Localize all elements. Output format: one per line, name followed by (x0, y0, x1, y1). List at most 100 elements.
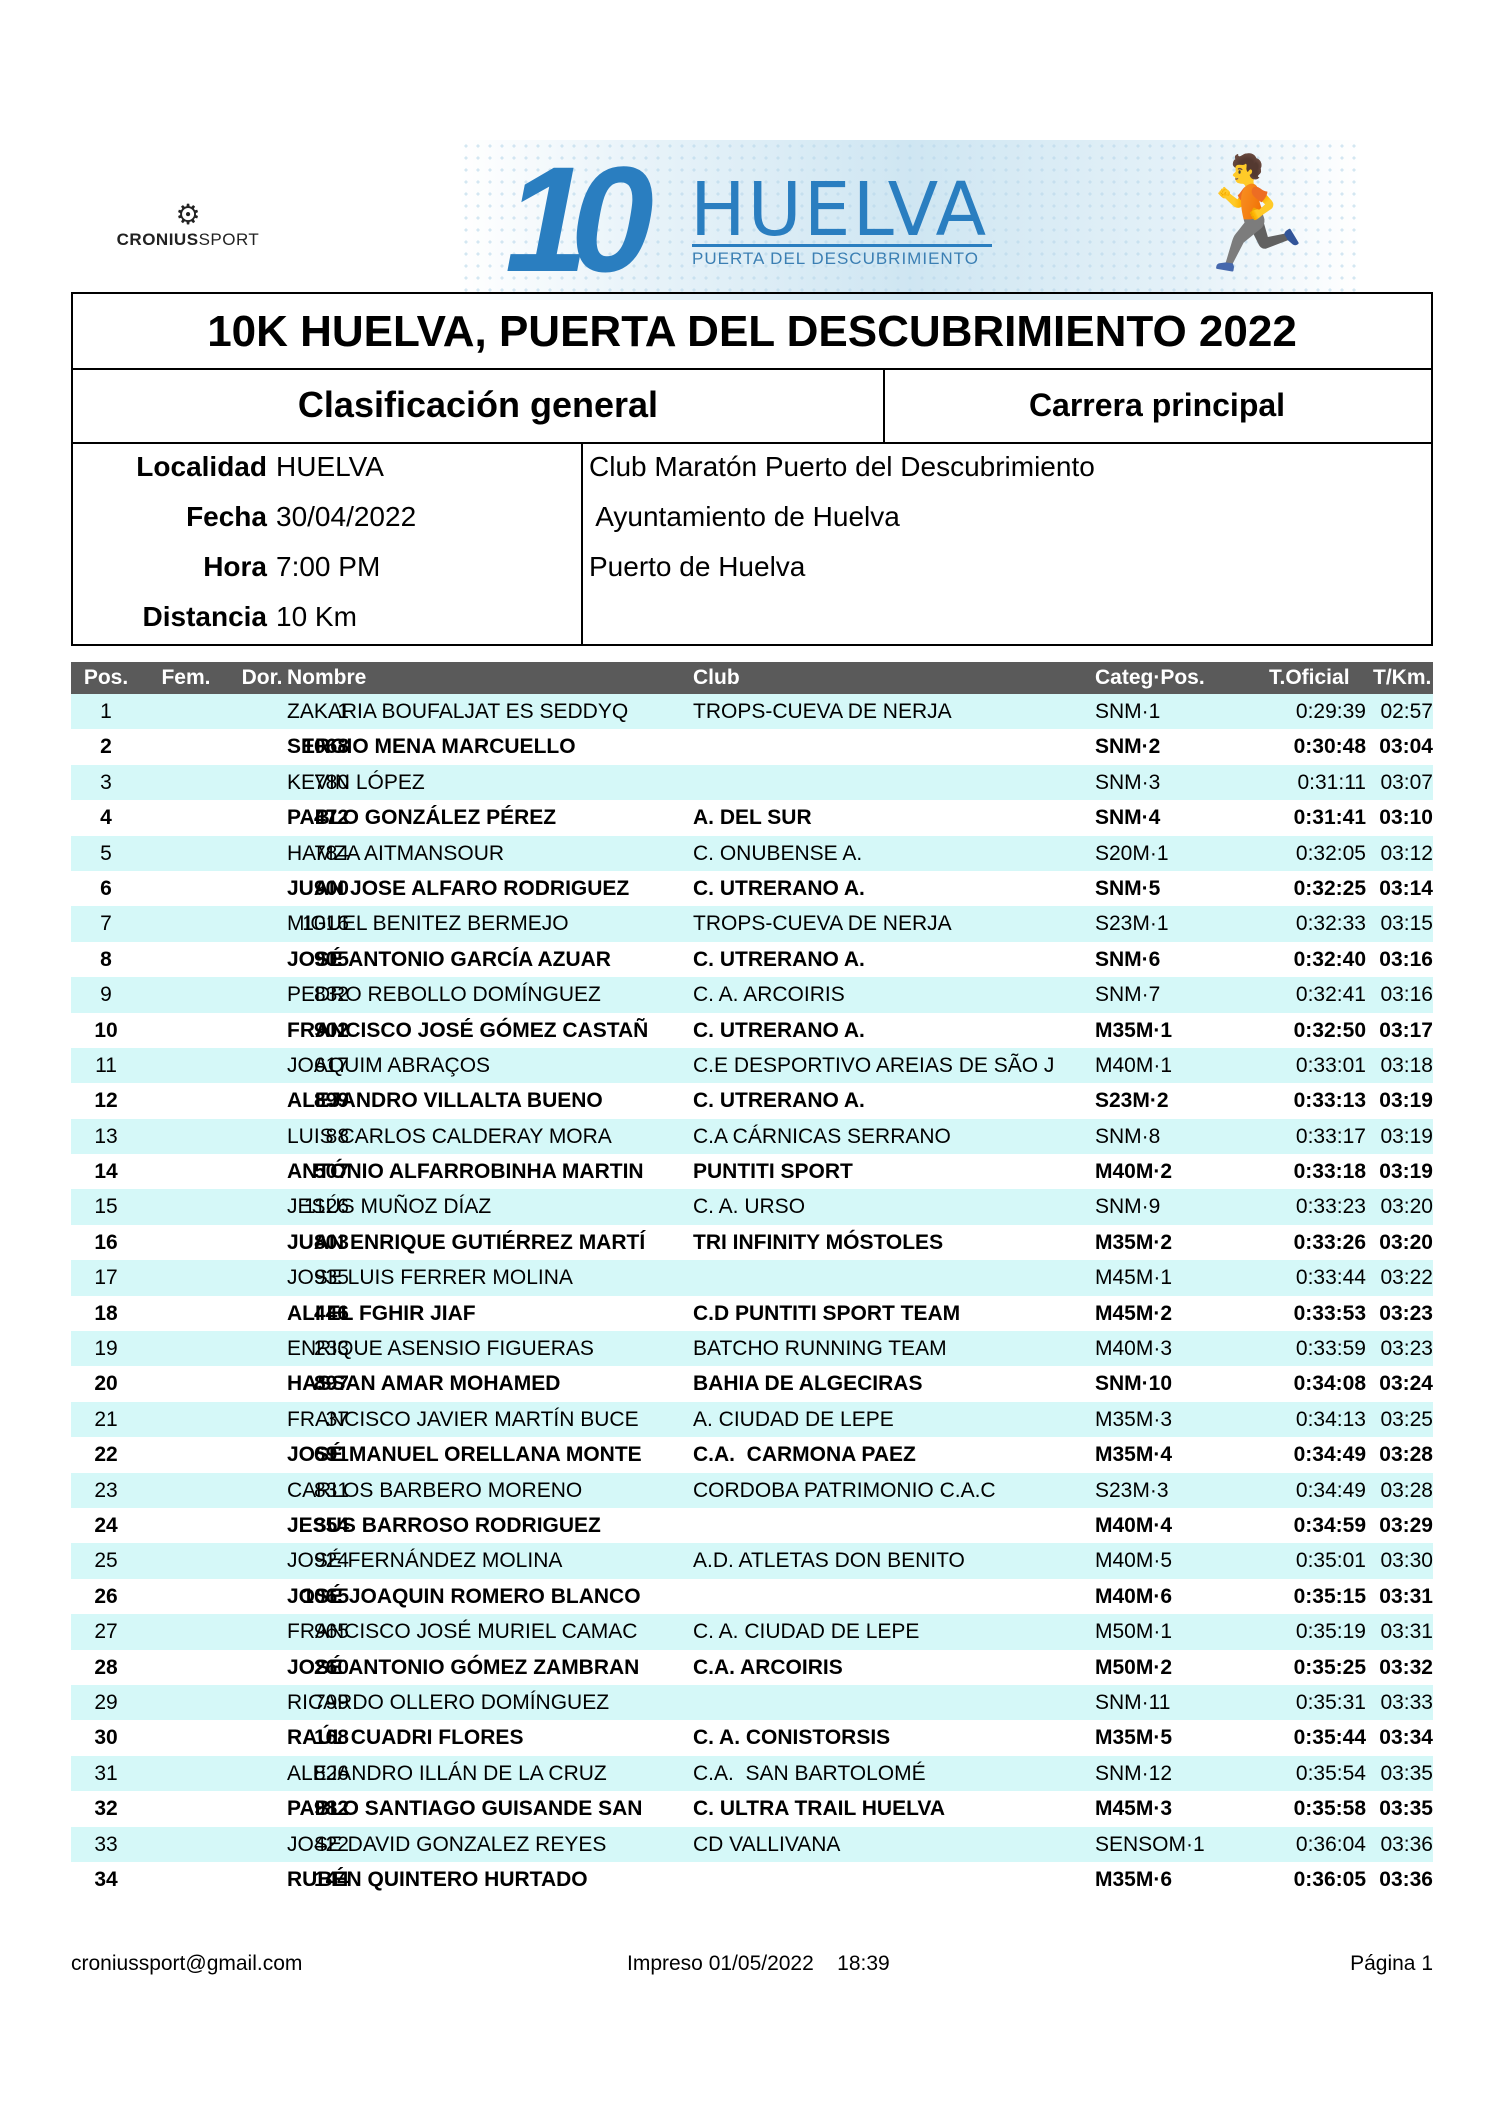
row-runner-name: RICARDO OLLERO DOMÍNGUEZ (287, 1690, 610, 1714)
race-name: Carrera principal (1028, 387, 1286, 423)
table-row: 20 897 HASSAN AMAR MOHAMED BAHIA DE ALGECIR… (71, 1366, 1433, 1402)
row-position: 14 (94, 1160, 118, 1184)
table-row: 4 472 PABLO GONZÁLEZ PÉREZ A. DEL SUR SNM·4 0… (71, 800, 1433, 836)
row-official-time: 0:34:13 (1295, 1407, 1366, 1431)
row-position: 32 (94, 1797, 118, 1821)
table-row: 27 965 FRANCISCO JOSÉ MURIEL CAMAC C. A. CI… (71, 1614, 1433, 1650)
logo-number: 10 (505, 135, 654, 303)
organizer: Puerto de Huelva (589, 551, 806, 582)
logo-brand: HUELVA (690, 167, 989, 253)
results-table-header: Pos. Fem. Dor. Nombre Club Categ·Pos. T.… (71, 662, 1433, 694)
row-club: C. UTRERANO A. (693, 876, 865, 900)
row-runner-name: ALEJANDRO VILLALTA BUENO (287, 1089, 603, 1113)
table-row: 6 900 JUAN JOSE ALFARO RODRIGUEZ C. UTRERAN… (71, 870, 1433, 907)
info-label: Distancia (142, 601, 268, 632)
row-position: 12 (94, 1089, 118, 1113)
row-runner-name: ANTÓNIO ALFARROBINHA MARTIN (287, 1160, 644, 1184)
table-row: 8 905 JOSÉ ANTONIO GARCÍA AZUAR C. UTRERANO… (71, 941, 1433, 978)
row-official-time: 0:33:53 (1293, 1301, 1366, 1325)
row-pace: 03:18 (1380, 1053, 1433, 1077)
row-pace: 03:23 (1379, 1301, 1433, 1325)
row-club: C. ONUBENSE A. (693, 841, 863, 865)
row-category: SNM·9 (1095, 1195, 1161, 1219)
info-label: Fecha (186, 501, 267, 532)
row-official-time: 0:35:54 (1295, 1761, 1366, 1785)
table-row: 7 1016 MIGUEL BENITEZ BERMEJO TROPS-CUEVA D… (71, 906, 1433, 942)
organizer: Ayuntamiento de Huelva (589, 501, 900, 532)
row-position: 5 (100, 841, 112, 865)
table-row: 21 37 FRANCISCO JAVIER MARTÍN BUCE A. CIUDA… (71, 1401, 1433, 1438)
classification-title: Clasificación general (73, 368, 885, 442)
table-row: 28 260 JOSÉ ANTONIO GÓMEZ ZAMBRAN C.A. ARCO… (71, 1649, 1433, 1685)
row-club: PUNTITI SPORT (693, 1160, 853, 1184)
row-position: 20 (94, 1372, 118, 1396)
row-category: M45M·1 (1095, 1266, 1173, 1290)
row-official-time: 0:35:31 (1295, 1690, 1366, 1714)
row-pace: 03:23 (1380, 1337, 1433, 1361)
row-official-time: 0:33:26 (1293, 1230, 1366, 1254)
row-runner-name: JESUS BARROSO RODRIGUEZ (287, 1513, 601, 1537)
page-title: 10K HUELVA, PUERTA DEL DESCUBRIMIENTO 20… (207, 307, 1297, 356)
row-official-time: 0:33:17 (1295, 1124, 1366, 1148)
row-club: TROPS-CUEVA DE NERJA (693, 912, 952, 936)
row-club: C. UTRERANO A. (693, 947, 865, 971)
row-club: A. DEL SUR (693, 806, 812, 830)
row-runner-name: JOSE LUIS FERRER MOLINA (287, 1266, 573, 1290)
row-club: C. UTRERANO A. (693, 1018, 865, 1042)
row-position: 22 (94, 1443, 118, 1467)
row-official-time: 0:32:50 (1293, 1018, 1366, 1042)
row-club: CD VALLIVANA (693, 1832, 841, 1856)
row-category: SNM·12 (1095, 1761, 1173, 1785)
table-row: 16 803 JUAN ENRIQUE GUTIÉRREZ MARTÍ TRI INF… (71, 1224, 1433, 1261)
col-fem: Fem. (161, 666, 211, 689)
row-runner-name: ENRIQUE ASENSIO FIGUERAS (287, 1337, 594, 1361)
row-pace: 03:17 (1379, 1018, 1433, 1042)
table-row: 29 799 RICARDO OLLERO DOMÍNGUEZ SNM·11 0:35:… (71, 1684, 1433, 1721)
row-pace: 03:16 (1380, 983, 1433, 1007)
crab-icon: ⚙ (175, 199, 201, 230)
row-club: A. CIUDAD DE LEPE (693, 1407, 894, 1431)
page-number: Página 1 (1350, 1952, 1433, 1975)
table-row: 2 1068 SERGIO MENA MARCUELLO SNM·2 0:30:48 03… (71, 729, 1433, 765)
table-row: 17 935 JOSE LUIS FERRER MOLINA M45M·1 0:33:4… (71, 1260, 1433, 1296)
results-table: 1 1 ZAKARIA BOUFALJAT ES SEDDYQ TROPS-CUEVA… (71, 694, 1433, 1898)
row-club: BATCHO RUNNING TEAM (693, 1337, 947, 1361)
row-position: 11 (95, 1053, 117, 1077)
row-category: SNM·1 (1095, 700, 1161, 723)
print-timestamp: Impreso 01/05/2022 18:39 (627, 1952, 890, 1975)
row-pace: 03:31 (1380, 1620, 1433, 1644)
row-position: 17 (94, 1266, 118, 1290)
table-row: 14 507 ANTÓNIO ALFARROBINHA MARTIN PUNTITI … (71, 1154, 1433, 1190)
row-club: C.A CÁRNICAS SERRANO (693, 1124, 951, 1148)
row-category: SENSOM·1 (1095, 1832, 1205, 1856)
row-official-time: 0:32:41 (1295, 983, 1366, 1007)
event-banner: 10 HUELVA PUERTA DEL DESCUBRIMIENTO 🏃 (460, 140, 1360, 300)
row-category: SNM·7 (1095, 983, 1161, 1007)
row-official-time: 0:34:08 (1293, 1372, 1366, 1396)
row-runner-name: PABLO GONZÁLEZ PÉREZ (287, 806, 557, 830)
row-category: M40M·6 (1095, 1584, 1173, 1608)
row-club: C. A. CIUDAD DE LEPE (693, 1620, 920, 1644)
table-row: 26 1065 JOSÉ JOAQUIN ROMERO BLANCO M40M·6 0:… (71, 1578, 1433, 1615)
table-row: 18 446 ALI EL FGHIR JIAF C.D PUNTITI SPORT … (71, 1295, 1433, 1332)
table-row: 9 832 PEDRO REBOLLO DOMÍNGUEZ C. A. ARCOIRI… (71, 977, 1433, 1013)
row-club: CORDOBA PATRIMONIO C.A.C (693, 1478, 996, 1502)
row-runner-name: JOSÉ FERNÁNDEZ MOLINA (287, 1549, 563, 1573)
row-position: 28 (94, 1655, 118, 1679)
row-runner-name: JOSE DAVID GONZALEZ REYES (287, 1832, 607, 1856)
row-position: 9 (100, 983, 112, 1007)
col-club: Club (693, 666, 740, 689)
row-category: M40M·1 (1095, 1053, 1173, 1077)
row-position: 30 (94, 1726, 118, 1750)
row-category: S23M·3 (1095, 1478, 1169, 1502)
table-row: 15 1126 JESÚS MUÑOZ DÍAZ C. A. URSO SNM·9 0:3… (71, 1189, 1433, 1225)
row-club: C. UTRERANO A. (693, 1089, 865, 1113)
row-position: 3 (100, 770, 112, 794)
row-pace: 02:57 (1380, 700, 1433, 723)
row-club: C. A. ARCOIRIS (693, 983, 845, 1007)
row-runner-name: JOSÉ MANUEL ORELLANA MONTE (287, 1443, 642, 1467)
col-pace: T/Km. (1373, 666, 1432, 689)
table-row: 31 826 ALEJANDRO ILLÁN DE LA CRUZ C.A. SAN … (71, 1755, 1433, 1792)
row-official-time: 0:33:01 (1295, 1053, 1366, 1077)
row-category: SNM·6 (1095, 947, 1161, 971)
